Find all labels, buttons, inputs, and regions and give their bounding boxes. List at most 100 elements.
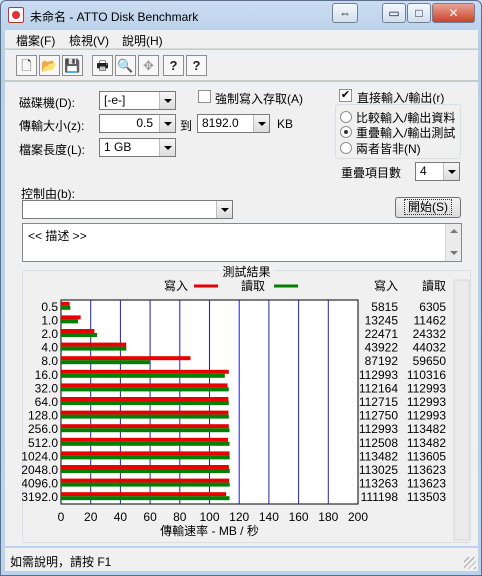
minimize-button[interactable]: ▭ bbox=[382, 3, 406, 23]
print-preview-icon[interactable]: 🔍 bbox=[115, 55, 136, 76]
transfer-to-select[interactable]: 8192.0 bbox=[197, 114, 270, 133]
start-button[interactable]: 開始(S) bbox=[395, 197, 461, 218]
x-tick-label: 0 bbox=[58, 510, 65, 524]
category-label: 256.0 bbox=[28, 422, 58, 436]
print-icon[interactable]: 🖶 bbox=[92, 55, 113, 76]
file-length-label: 檔案長度(L): bbox=[19, 143, 86, 157]
drive-select[interactable]: [-e-] bbox=[99, 91, 176, 110]
category-label: 2048.0 bbox=[22, 463, 58, 477]
x-tick-label: 200 bbox=[348, 510, 368, 524]
write-value: 113263 bbox=[359, 477, 398, 491]
new-file-icon[interactable]: 🗋 bbox=[16, 55, 37, 76]
read-bar bbox=[61, 428, 230, 433]
direct-io-checkbox[interactable]: ✔ bbox=[339, 89, 352, 102]
x-tick-label: 160 bbox=[289, 510, 309, 524]
write-bar bbox=[61, 369, 229, 374]
write-value: 112750 bbox=[359, 409, 398, 423]
read-value: 6305 bbox=[419, 300, 446, 314]
category-label: 512.0 bbox=[28, 436, 58, 450]
x-tick-label: 100 bbox=[199, 510, 219, 524]
menu-help[interactable]: 說明(H) bbox=[122, 32, 163, 49]
read-value: 11462 bbox=[414, 313, 447, 327]
write-bar bbox=[61, 437, 229, 442]
description-text: << 描述 >> bbox=[28, 229, 87, 243]
scroll-up-icon[interactable] bbox=[446, 224, 461, 239]
write-value: 112715 bbox=[359, 395, 398, 409]
file-length-value: 1 GB bbox=[104, 140, 132, 154]
read-value: 113623 bbox=[407, 463, 446, 477]
force-write-label: 強制寫入存取(A) bbox=[215, 92, 303, 106]
read-bar bbox=[61, 346, 127, 351]
menu-file[interactable]: 檔案(F) bbox=[16, 32, 55, 49]
save-disk-icon[interactable]: 💾 bbox=[62, 55, 83, 76]
x-axis-label: 傳輸速率 - MB / 秒 bbox=[160, 523, 259, 538]
legend-label: 寫入 bbox=[164, 278, 188, 293]
queue-depth-select[interactable]: 4 bbox=[415, 162, 460, 181]
chevron-down-icon[interactable] bbox=[443, 163, 459, 180]
queue-depth-value: 4 bbox=[420, 164, 427, 178]
drive-value: [-e-] bbox=[104, 93, 126, 107]
close-button[interactable]: ✕ bbox=[432, 3, 475, 23]
write-bar bbox=[61, 465, 229, 469]
write-bar bbox=[61, 342, 127, 347]
write-value: 112164 bbox=[359, 381, 398, 395]
context-help-icon[interactable]: ? bbox=[186, 55, 207, 76]
transfer-to-label: 到 bbox=[180, 119, 193, 133]
menu-view[interactable]: 檢視(V) bbox=[69, 32, 109, 49]
radio-overlap[interactable] bbox=[340, 126, 352, 138]
transfer-unit: KB bbox=[277, 117, 294, 131]
drive-label: 磁碟機(D): bbox=[19, 96, 75, 110]
radio-neither-label: 兩者皆非(N) bbox=[356, 142, 421, 156]
move-cross-icon[interactable]: ✥ bbox=[138, 55, 159, 76]
controlled-by-select[interactable] bbox=[22, 200, 233, 219]
transfer-to-value: 8192.0 bbox=[202, 116, 239, 130]
maximize-button[interactable]: □ bbox=[407, 3, 431, 23]
radio-compare[interactable] bbox=[340, 111, 352, 123]
read-value: 113482 bbox=[407, 436, 446, 450]
resize-grip-icon[interactable] bbox=[464, 557, 476, 569]
write-bar bbox=[61, 424, 229, 429]
open-folder-icon[interactable]: 📂 bbox=[39, 55, 60, 76]
chevron-down-icon[interactable] bbox=[253, 115, 269, 132]
x-tick-label: 140 bbox=[259, 510, 279, 524]
chevron-down-icon[interactable] bbox=[159, 139, 175, 156]
chevron-down-icon[interactable] bbox=[159, 115, 175, 132]
category-label: 4096.0 bbox=[22, 477, 58, 491]
restore-icon[interactable]: ⇔ bbox=[332, 3, 358, 23]
category-label: 3192.0 bbox=[22, 490, 58, 504]
file-length-select[interactable]: 1 GB bbox=[99, 138, 176, 157]
read-value: 44032 bbox=[413, 341, 447, 355]
read-bar bbox=[61, 469, 230, 473]
write-bar bbox=[61, 315, 81, 320]
read-bar bbox=[61, 305, 71, 310]
description-textarea[interactable]: << 描述 >> bbox=[22, 223, 462, 262]
menu-bar: 檔案(F) 檢視(V) 說明(H) bbox=[5, 30, 478, 49]
read-bar bbox=[61, 455, 230, 460]
chevron-down-icon[interactable] bbox=[216, 201, 232, 218]
category-label: 4.0 bbox=[41, 341, 58, 355]
benchmark-chart: 0 20 40 60 80 100 120 140 160 180 200 傳輸速率 - MB / 秒… bbox=[22, 278, 470, 541]
read-value: 113605 bbox=[407, 449, 446, 463]
legend-label: 讀取 bbox=[241, 279, 265, 293]
category-label: 2.0 bbox=[41, 327, 58, 341]
force-write-checkbox[interactable] bbox=[198, 90, 211, 103]
title-bar[interactable]: 未命名 - ATTO Disk Benchmark ⇔ ▭ □ ✕ bbox=[1, 1, 481, 29]
chevron-down-icon[interactable] bbox=[159, 92, 175, 109]
radio-neither[interactable] bbox=[340, 142, 352, 154]
read-value: 24332 bbox=[413, 327, 447, 341]
write-value: 113482 bbox=[359, 449, 398, 463]
write-value: 113025 bbox=[359, 463, 398, 477]
write-column-header: 寫入 bbox=[374, 278, 398, 293]
read-bar bbox=[61, 387, 229, 392]
transfer-from-value: 0.5 bbox=[136, 116, 153, 130]
write-bar bbox=[61, 383, 228, 388]
read-column-header: 讀取 bbox=[422, 279, 446, 293]
transfer-from-select[interactable]: 0.5 bbox=[99, 114, 176, 133]
description-scrollbar[interactable] bbox=[445, 224, 461, 261]
read-bar bbox=[61, 482, 230, 487]
scroll-down-icon[interactable] bbox=[446, 246, 461, 261]
help-icon[interactable]: ? bbox=[163, 55, 184, 76]
read-value: 59650 bbox=[413, 354, 447, 368]
write-bar bbox=[61, 397, 229, 401]
category-label: 1.0 bbox=[41, 313, 58, 327]
